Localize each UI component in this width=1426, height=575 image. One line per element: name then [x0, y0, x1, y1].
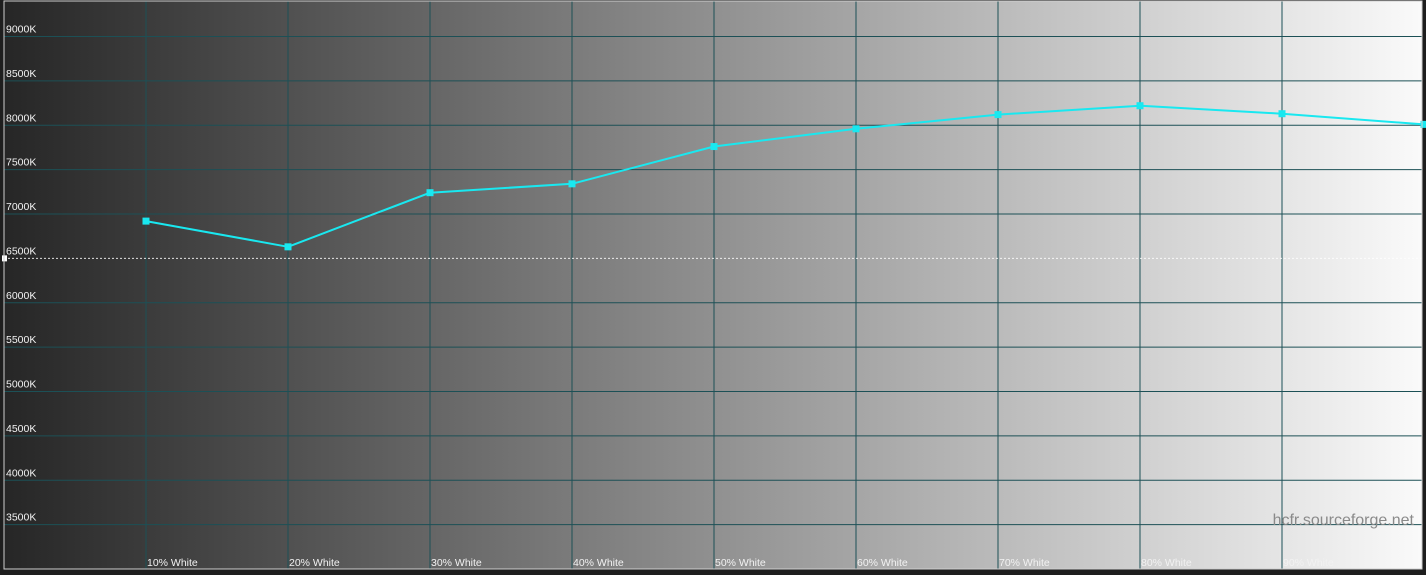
y-tick-label: 4500K	[6, 423, 36, 435]
x-tick-label: 30% White	[431, 557, 482, 569]
data-point	[142, 217, 150, 225]
y-tick-label: 9000K	[6, 24, 36, 36]
data-point	[1136, 102, 1144, 110]
x-tick-label: 80% White	[1141, 557, 1192, 569]
y-tick-label: 8000K	[6, 112, 36, 124]
data-point	[568, 180, 576, 188]
color-temperature-chart: 3500K 4000K 4500K 5000K 5500K 6000K 6500K 7000K…	[0, 0, 1426, 575]
chart-canvas: 3500K 4000K 4500K 5000K 5500K 6000K 6500K 7000K…	[0, 0, 1426, 575]
y-tick-label: 6000K	[6, 290, 36, 302]
y-tick-label: 8500K	[6, 68, 36, 80]
x-tick-label: 20% White	[289, 557, 340, 569]
data-point	[284, 243, 292, 251]
x-tick-label: 40% White	[573, 557, 624, 569]
x-tick-label: 60% White	[857, 557, 908, 569]
data-point	[1420, 120, 1426, 128]
y-tick-label: 4000K	[6, 467, 36, 479]
x-tick-label: 70% White	[999, 557, 1050, 569]
data-point	[852, 125, 860, 133]
y-tick-label: 3500K	[6, 512, 36, 524]
watermark-text: hcfr.sourceforge.net	[1272, 512, 1414, 529]
y-tick-label: 7000K	[6, 201, 36, 213]
x-tick-label: 50% White	[715, 557, 766, 569]
y-tick-label: 5500K	[6, 334, 36, 346]
x-tick-label: 10% White	[147, 557, 198, 569]
data-point	[994, 111, 1002, 119]
y-tick-label: 5000K	[6, 379, 36, 391]
data-point	[710, 143, 718, 151]
plot-background	[4, 1, 1422, 569]
y-tick-label: 7500K	[6, 157, 36, 169]
data-point	[426, 189, 434, 197]
x-tick-label: 90% White	[1283, 557, 1334, 569]
data-point	[1278, 110, 1286, 118]
y-tick-label: 6500K	[6, 245, 36, 257]
